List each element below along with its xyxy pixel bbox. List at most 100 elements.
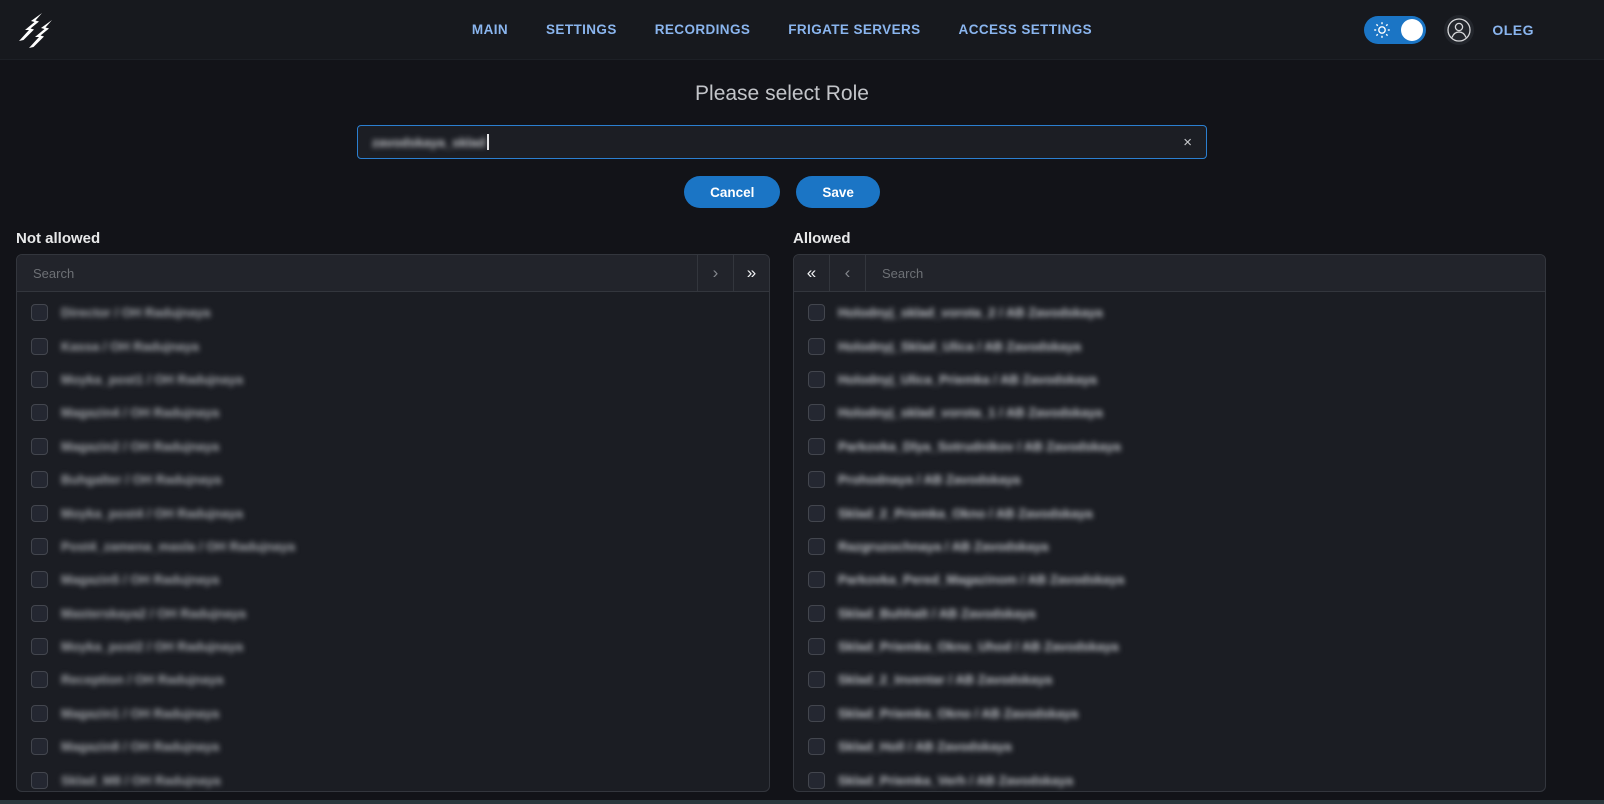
tab-settings[interactable]: SETTINGS [546,22,617,37]
checkbox[interactable] [808,338,825,355]
checkbox[interactable] [31,438,48,455]
move-all-left-icon[interactable]: « [794,255,830,291]
cancel-button[interactable]: Cancel [684,176,780,208]
allowed-list: Holodnyj_sklad_vorota_2 / AB Zavodskaya … [794,292,1545,791]
checkbox[interactable] [31,571,48,588]
nav-links: MAIN SETTINGS RECORDINGS FRIGATE SERVERS… [472,22,1092,37]
role-input-value: zavodskaya_sklad [372,135,485,150]
checkbox[interactable] [31,538,48,555]
list-item[interactable]: Sklad_Buhhalt / AB Zavodskaya [794,597,1545,630]
not-allowed-panel: › » Director / OH Radujnaya Kassa / OH R… [16,254,770,792]
checkbox[interactable] [31,605,48,622]
sun-icon [1373,21,1391,39]
checkbox[interactable] [31,738,48,755]
list-item[interactable]: Prohodnaya / AB Zavodskaya [794,463,1545,496]
list-item[interactable]: Holodnyj_sklad_vorota_1 / AB Zavodskaya [794,396,1545,429]
list-item[interactable]: Sklad_Priemka_Okno / AB Zavodskaya [794,697,1545,730]
list-item[interactable]: Sklad_2_Inventar / AB Zavodskaya [794,663,1545,696]
toggle-knob [1401,19,1423,41]
list-item[interactable]: Sklad_2_Priemka_Okno / AB Zavodskaya [794,496,1545,529]
list-item[interactable]: Sklad_Priemka_Verh / AB Zavodskaya [794,763,1545,791]
bottom-scrollbar[interactable] [0,800,1604,804]
user-avatar-icon[interactable] [1444,15,1474,45]
list-item[interactable]: Holodnyj_sklad_vorota_2 / AB Zavodskaya [794,296,1545,329]
list-item[interactable]: Moyka_post4 / OH Radujnaya [17,496,769,529]
checkbox[interactable] [808,404,825,421]
list-item[interactable]: Moyka_post2 / OH Radujnaya [17,630,769,663]
not-allowed-header: › » [17,255,769,292]
checkbox[interactable] [31,371,48,388]
theme-toggle[interactable] [1364,16,1426,44]
move-all-right-icon[interactable]: » [733,255,769,291]
checkbox[interactable] [31,338,48,355]
move-selected-left-icon[interactable]: ‹ [830,255,866,291]
checkbox[interactable] [808,638,825,655]
checkbox[interactable] [808,605,825,622]
page-title: Please select Role [0,82,1584,106]
checkbox[interactable] [31,772,48,789]
list-item[interactable]: Magazin4 / OH Radujnaya [17,396,769,429]
allowed-header: « ‹ [794,255,1545,292]
checkbox[interactable] [808,671,825,688]
list-item[interactable]: Sklad_Holl / AB Zavodskaya [794,730,1545,763]
tab-recordings[interactable]: RECORDINGS [655,22,751,37]
list-item[interactable]: Reception / OH Radujnaya [17,663,769,696]
list-item[interactable]: Director / OH Radujnaya [17,296,769,329]
not-allowed-search-input[interactable] [17,255,697,291]
username-label[interactable]: OLEG [1492,22,1534,38]
checkbox[interactable] [31,671,48,688]
frigate-logo-icon[interactable] [14,8,58,52]
checkbox[interactable] [808,371,825,388]
list-item[interactable]: Masterskaya2 / OH Radujnaya [17,597,769,630]
checkbox[interactable] [808,505,825,522]
list-item[interactable]: Buhgalter / OH Radujnaya [17,463,769,496]
checkbox[interactable] [808,738,825,755]
text-caret [487,134,489,150]
checkbox[interactable] [31,304,48,321]
clear-icon[interactable]: × [1183,135,1192,150]
top-navbar: MAIN SETTINGS RECORDINGS FRIGATE SERVERS… [0,0,1604,60]
list-item[interactable]: Holodnyj_Sklad_Ulica / AB Zavodskaya [794,329,1545,362]
list-item[interactable]: Moyka_post1 / OH Radujnaya [17,363,769,396]
allowed-panel: « ‹ Holodnyj_sklad_vorota_2 / AB Zavodsk… [793,254,1546,792]
tab-access-settings[interactable]: ACCESS SETTINGS [959,22,1093,37]
checkbox[interactable] [31,404,48,421]
list-item[interactable]: Magazin8 / OH Radujnaya [17,730,769,763]
checkbox[interactable] [31,705,48,722]
allowed-column: Allowed « ‹ Holodnyj_sklad_vorota_2 / AB… [793,230,1546,792]
list-item[interactable]: Parkovka_Pered_Magazinom / AB Zavodskaya [794,563,1545,596]
not-allowed-list: Director / OH Radujnaya Kassa / OH Raduj… [17,292,769,791]
checkbox[interactable] [808,772,825,789]
list-item[interactable]: Kassa / OH Radujnaya [17,329,769,362]
checkbox[interactable] [808,571,825,588]
checkbox[interactable] [31,471,48,488]
checkbox[interactable] [808,705,825,722]
not-allowed-column: Not allowed › » Director / OH Radujnaya … [16,230,770,792]
list-item[interactable]: Magazin5 / OH Radujnaya [17,563,769,596]
save-button[interactable]: Save [796,176,880,208]
move-selected-right-icon[interactable]: › [697,255,733,291]
list-item[interactable]: Razgruzochnaya / AB Zavodskaya [794,530,1545,563]
nav-right-cluster: OLEG [1364,15,1534,45]
tab-main[interactable]: MAIN [472,22,508,37]
checkbox[interactable] [808,438,825,455]
list-item[interactable]: Magazin1 / OH Radujnaya [17,697,769,730]
allowed-title: Allowed [793,230,1546,247]
checkbox[interactable] [808,304,825,321]
checkbox[interactable] [808,538,825,555]
list-item[interactable]: Post4_zamena_masla / OH Radujnaya [17,530,769,563]
list-item[interactable]: Magazin2 / OH Radujnaya [17,430,769,463]
list-item[interactable]: Sklad_Priemka_Okno_Uhod / AB Zavodskaya [794,630,1545,663]
checkbox[interactable] [31,638,48,655]
tab-frigate-servers[interactable]: FRIGATE SERVERS [788,22,920,37]
list-item[interactable]: Sklad_M8 / OH Radujnaya [17,763,769,791]
not-allowed-title: Not allowed [16,230,770,247]
list-item[interactable]: Parkovka_Dlya_Sotrudnikov / AB Zavodskay… [794,430,1545,463]
list-item[interactable]: Holodnyj_Ulica_Priemka / AB Zavodskaya [794,363,1545,396]
transfer-panels: Not allowed › » Director / OH Radujnaya … [16,230,1588,792]
allowed-search-input[interactable] [866,255,1545,291]
checkbox[interactable] [31,505,48,522]
role-input[interactable]: zavodskaya_sklad × [357,125,1207,159]
checkbox[interactable] [808,471,825,488]
dialog-buttons: Cancel Save [0,176,1584,208]
